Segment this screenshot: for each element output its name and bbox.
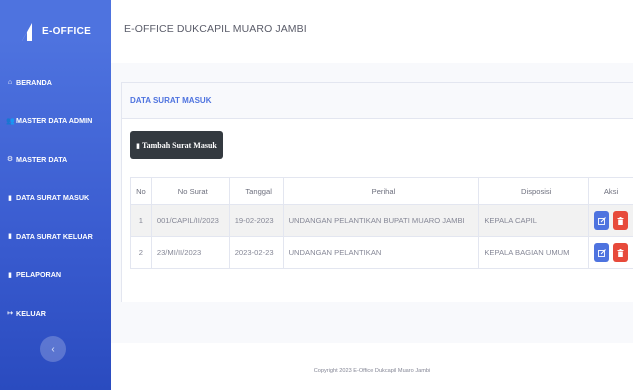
cell-aksi	[588, 236, 633, 269]
page-title: E-OFFICE DUKCAPIL MUARO JAMBI	[124, 23, 307, 35]
sidebar-item-master-data[interactable]: ⚙ MASTER DATA	[0, 140, 111, 179]
brand[interactable]: E-OFFICE	[0, 0, 111, 63]
header-tanggal[interactable]: Tanggal	[228, 177, 284, 205]
cell-no-surat: 001/CAPIL/II/2023	[150, 204, 230, 237]
sidebar-item-label: MASTER DATA ADMIN	[16, 116, 93, 126]
sidebar-item-data-surat-masuk[interactable]: ▮ DATA SURAT MASUK	[0, 179, 111, 218]
cell-aksi	[588, 204, 633, 237]
surat-masuk-table: No No Surat Tanggal Perihal Disposisi Ak…	[130, 177, 633, 269]
trash-icon	[617, 248, 624, 257]
sidebar: E-OFFICE ⌂ BERANDA 👥 MASTER DATA ADMIN ⚙…	[0, 0, 111, 390]
sidebar-item-master-data-admin[interactable]: 👥 MASTER DATA ADMIN	[0, 102, 111, 141]
sidebar-item-label: DATA SURAT KELUAR	[16, 231, 93, 241]
edit-icon	[597, 248, 606, 257]
brand-title: E-OFFICE	[42, 26, 92, 37]
trash-icon	[617, 216, 624, 225]
sidebar-item-label: PELAPORAN	[16, 270, 62, 280]
sidebar-item-beranda[interactable]: ⌂ BERANDA	[0, 63, 111, 102]
edit-button[interactable]	[594, 211, 610, 230]
surat-masuk-card: DATA SURAT MASUK ▮ Tambah Surat Masuk No…	[121, 82, 633, 302]
header-no-surat[interactable]: No Surat	[150, 177, 230, 205]
card-title: DATA SURAT MASUK	[130, 96, 212, 105]
table-row: 2 23/MI/II/2023 2023-02-23 UNDANGAN PELA…	[130, 236, 633, 269]
cell-tanggal: 2023-02-23	[228, 236, 284, 269]
home-icon: ⌂	[7, 78, 13, 86]
header-disposisi[interactable]: Disposisi	[478, 177, 590, 205]
chevron-left-icon: ‹	[51, 343, 55, 355]
add-button-label: Tambah Surat Masuk	[142, 140, 217, 150]
cell-no: 2	[130, 236, 152, 269]
header-aksi: Aksi	[588, 177, 633, 205]
cell-perihal: UNDANGAN PELANTIKAN	[282, 236, 480, 269]
edit-icon	[597, 216, 606, 225]
file-icon: ▮	[8, 233, 12, 241]
file-icon: ▮	[136, 141, 140, 150]
sign-out-icon: ↦	[7, 310, 13, 318]
sidebar-toggle-button[interactable]: ‹	[40, 336, 66, 362]
cell-no-surat: 23/MI/II/2023	[150, 236, 230, 269]
cell-no: 1	[130, 204, 152, 237]
file-icon: ▮	[8, 271, 12, 279]
users-icon: 👥	[6, 117, 15, 125]
topbar: E-OFFICE DUKCAPIL MUARO JAMBI	[111, 0, 633, 63]
card-header: DATA SURAT MASUK	[122, 83, 633, 119]
edit-button[interactable]	[594, 243, 610, 262]
sidebar-item-label: BERANDA	[16, 77, 52, 87]
table-row: 1 001/CAPIL/II/2023 19-02-2023 UNDANGAN …	[130, 204, 633, 237]
cell-tanggal: 19-02-2023	[228, 204, 284, 237]
copyright-text: Copyright 2023 E-Office Dukcapil Muaro J…	[313, 368, 431, 374]
sidebar-item-label: DATA SURAT MASUK	[16, 193, 90, 203]
table-header-row: No No Surat Tanggal Perihal Disposisi Ak…	[130, 177, 633, 205]
cell-disposisi: KEPALA CAPIL	[478, 204, 590, 237]
cell-disposisi: KEPALA BAGIAN UMUM	[478, 236, 590, 269]
logo-icon	[22, 22, 32, 41]
header-no[interactable]: No	[130, 177, 152, 205]
sidebar-item-label: KELUAR	[16, 308, 46, 318]
delete-button[interactable]	[613, 243, 629, 262]
footer: Copyright 2023 E-Office Dukcapil Muaro J…	[111, 343, 633, 390]
main-content: E-OFFICE DUKCAPIL MUARO JAMBI DATA SURAT…	[111, 0, 633, 390]
header-perihal[interactable]: Perihal	[282, 177, 480, 205]
add-surat-masuk-button[interactable]: ▮ Tambah Surat Masuk	[130, 131, 223, 159]
sidebar-item-label: MASTER DATA	[16, 154, 68, 164]
sidebar-item-data-surat-keluar[interactable]: ▮ DATA SURAT KELUAR	[0, 217, 111, 256]
sidebar-item-keluar[interactable]: ↦ KELUAR	[0, 294, 111, 333]
delete-button[interactable]	[613, 211, 629, 230]
cog-icon: ⚙	[6, 156, 14, 164]
cell-perihal: UNDANGAN PELANTIKAN BUPATI MUARO JAMBI	[282, 204, 480, 237]
sidebar-item-pelaporan[interactable]: ▮ PELAPORAN	[0, 256, 111, 295]
file-icon: ▮	[8, 194, 12, 202]
